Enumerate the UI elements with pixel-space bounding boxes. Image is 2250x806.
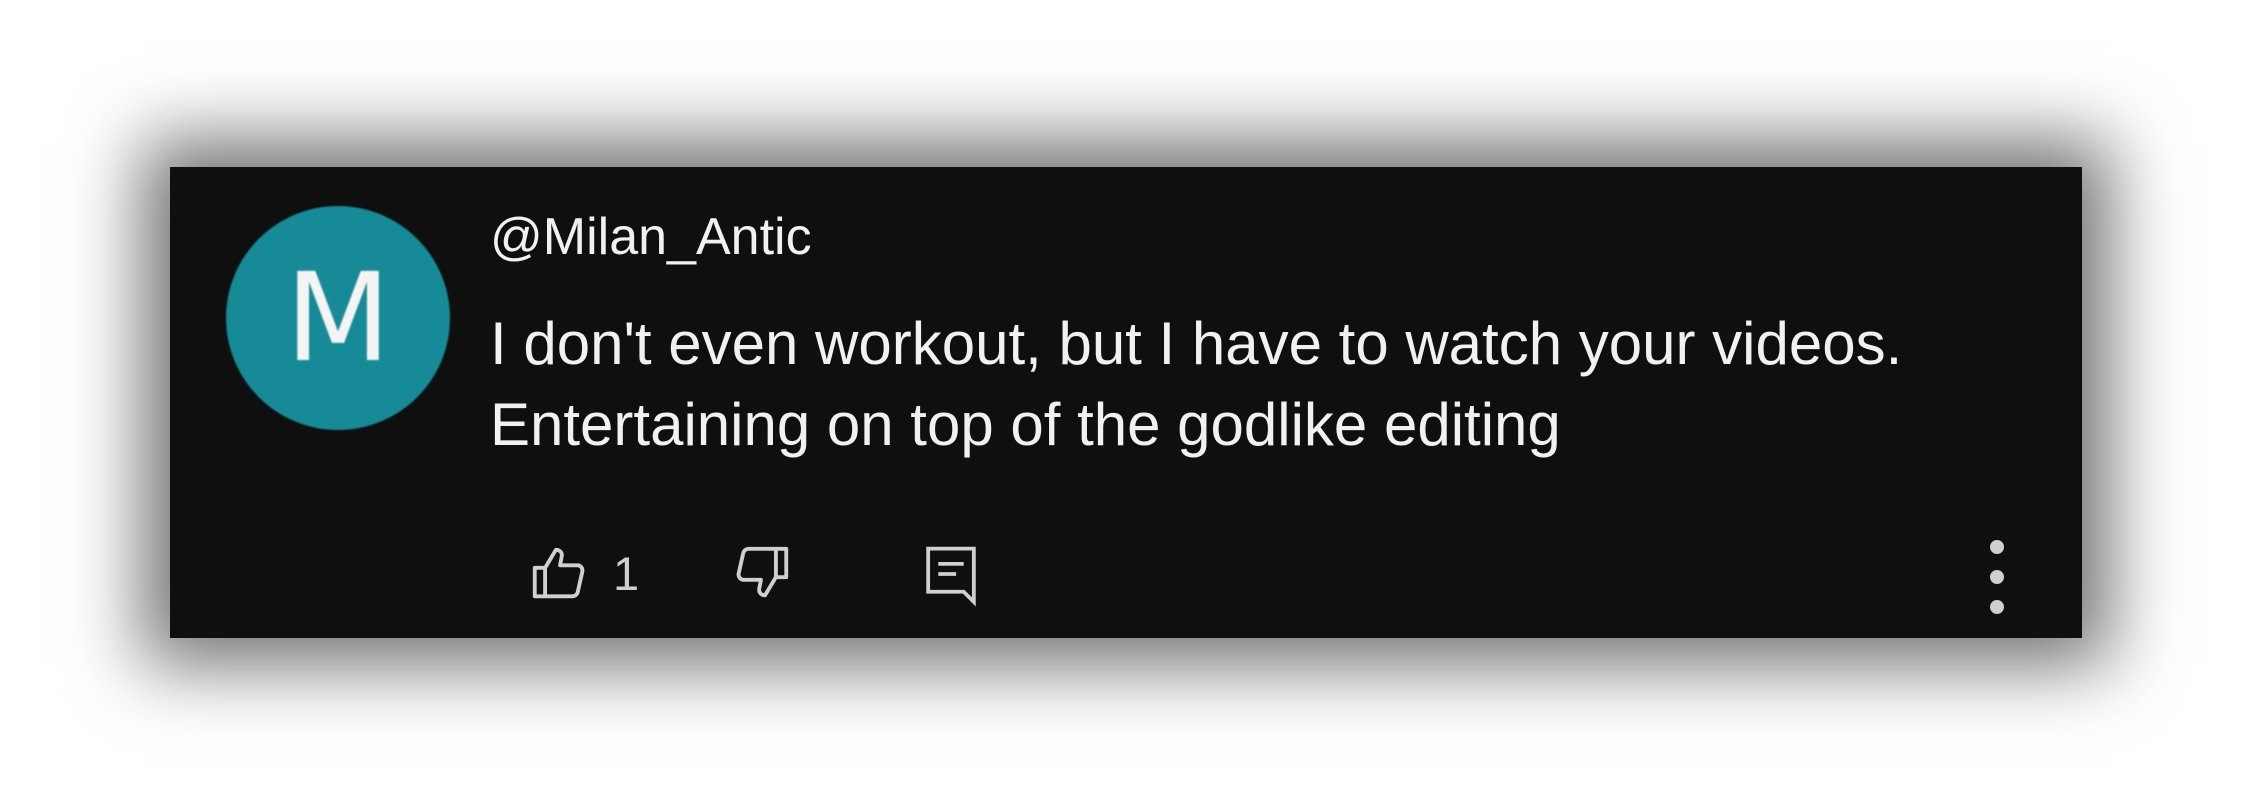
like-button[interactable]: 1 — [527, 539, 639, 607]
comment-card: M @Milan_Antic I don't even workout, but… — [170, 167, 2082, 638]
comment-line-1: I don't even workout, but I have to watc… — [490, 310, 1903, 377]
like-count: 1 — [613, 546, 640, 600]
comment-text: I don't even workout, but I have to watc… — [490, 303, 2050, 465]
thumbs-down-icon — [732, 541, 794, 603]
dislike-button[interactable] — [732, 541, 794, 603]
reply-comment-icon — [920, 541, 982, 607]
more-vertical-icon — [1989, 539, 2005, 615]
thumbs-up-icon — [527, 542, 589, 604]
avatar[interactable]: M — [226, 206, 450, 430]
avatar-initial: M — [285, 247, 391, 389]
reply-button[interactable] — [920, 540, 982, 608]
comment-author[interactable]: @Milan_Antic — [490, 211, 812, 263]
comment-line-2: Entertaining on top of the godlike editi… — [490, 391, 1561, 458]
more-options-button[interactable] — [1982, 537, 2012, 617]
